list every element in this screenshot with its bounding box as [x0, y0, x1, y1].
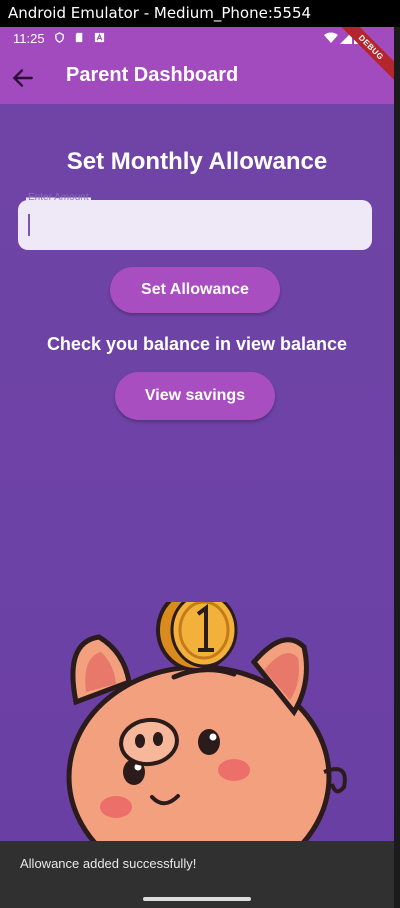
emulator-side-strip [394, 27, 400, 908]
snackbar-message: Allowance added successfully! [20, 856, 197, 871]
battery-icon [354, 31, 362, 44]
status-bar: 11:25 [0, 27, 394, 51]
section-heading: Set Monthly Allowance [66, 148, 328, 175]
emulator-window-title: Android Emulator - Medium_Phone:5554 [0, 0, 400, 27]
amount-input[interactable] [26, 208, 368, 244]
text-cursor [28, 214, 30, 236]
balance-info-text: Check you balance in view balance [46, 334, 348, 354]
amount-field[interactable]: Enter Amount [18, 192, 372, 250]
main-content: Set Monthly Allowance Enter Amount Set A… [0, 104, 394, 842]
arrow-back-icon[interactable] [10, 65, 36, 91]
home-indicator[interactable] [143, 897, 251, 901]
status-time: 11:25 [13, 31, 45, 46]
piggy-bank-illustration [66, 602, 347, 842]
page-title: Parent Dashboard [66, 64, 239, 86]
signal-icon [340, 32, 352, 44]
phone-screen: 11:25 Parent Dashboard DEBUG Set Monthly… [0, 27, 394, 908]
app-bar: Parent Dashboard [0, 51, 394, 104]
view-savings-button[interactable]: View savings [115, 372, 275, 420]
amount-field-label: Enter Amount [26, 192, 91, 203]
shield-icon [55, 32, 64, 43]
wifi-icon [324, 32, 338, 43]
sd-card-icon [75, 32, 83, 43]
a-icon [94, 32, 105, 43]
set-allowance-button[interactable]: Set Allowance [110, 267, 280, 313]
